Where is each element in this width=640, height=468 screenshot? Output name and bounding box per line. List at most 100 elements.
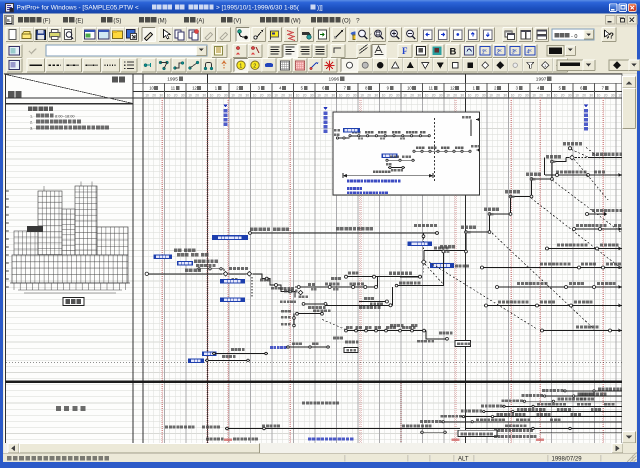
svg-text:30: 30 [181,93,185,97]
svg-text:11: 11 [171,86,176,91]
svg-text:(O): (O) [342,18,351,24]
svg-text:30: 30 [439,93,443,97]
svg-text:20: 20 [432,93,436,97]
svg-text:10: 10 [511,93,515,97]
svg-text:10: 10 [618,93,622,97]
svg-text:20: 20 [410,93,414,97]
svg-text:30: 30 [482,93,486,97]
svg-text:20: 20 [518,93,522,97]
svg-text:F: F [402,46,408,56]
svg-text:8:00~18:00: 8:00~18:00 [55,114,75,119]
svg-text:2: 2 [253,64,256,70]
svg-text:10: 10 [597,93,601,97]
svg-text:10: 10 [188,93,192,97]
svg-text:(V): (V) [233,18,241,24]
svg-text:10: 10 [253,93,257,97]
svg-text:(A): (A) [196,18,204,24]
svg-text:?: ? [356,17,360,24]
svg-text:10: 10 [360,93,364,97]
svg-text:(S): (S) [113,18,121,24]
svg-text:10: 10 [407,86,412,91]
svg-text:> [1995/10/1-1999/6/30 1-85(: > [1995/10/1-1999/6/30 1-85( [216,5,300,12]
svg-text:10: 10 [167,93,171,97]
svg-text:20: 20 [324,93,328,97]
svg-text:20: 20 [582,93,586,97]
svg-text:20: 20 [260,93,264,97]
svg-text:30: 30 [374,93,378,97]
svg-text:20: 20 [217,93,221,97]
svg-text:30: 30 [417,93,421,97]
svg-text:20: 20 [303,93,307,97]
svg-text:20: 20 [561,93,565,97]
svg-text:10: 10 [145,93,149,97]
svg-text:4: 4 [527,50,530,56]
svg-text:30: 30 [288,93,292,97]
svg-text:10: 10 [231,93,235,97]
svg-text:30: 30 [460,93,464,97]
svg-text:10: 10 [149,86,154,91]
svg-text:11: 11 [429,86,434,91]
svg-text:30: 30 [396,93,400,97]
svg-text:1997: 1997 [536,77,547,83]
svg-text:10: 10 [468,93,472,97]
svg-text:10: 10 [489,93,493,97]
svg-text:1996: 1996 [329,77,340,83]
svg-text:3.: 3. [30,127,33,131]
svg-text:1: 1 [239,64,242,70]
svg-text:)]]: )]] [317,5,323,12]
svg-text:10: 10 [296,93,300,97]
svg-text:1995: 1995 [167,77,178,83]
svg-text:10: 10 [403,93,407,97]
svg-text:30: 30 [202,93,206,97]
svg-text:30: 30 [589,93,593,97]
svg-text:20: 20 [604,93,608,97]
svg-text:30: 30 [611,93,615,97]
svg-text:30: 30 [310,93,314,97]
svg-text:12: 12 [192,86,197,91]
svg-text:20: 20 [367,93,371,97]
svg-text:2: 2 [497,50,500,56]
svg-text:10: 10 [339,93,343,97]
svg-text:1: 1 [482,50,485,56]
svg-text:30: 30 [331,93,335,97]
svg-text:10: 10 [382,93,386,97]
svg-text:1.: 1. [30,115,33,119]
svg-text:20: 20 [281,93,285,97]
svg-text:20: 20 [389,93,393,97]
svg-text:30: 30 [353,93,357,97]
svg-text:ALT: ALT [458,457,469,463]
svg-text:20: 20 [152,93,156,97]
svg-text:10: 10 [554,93,558,97]
svg-text:(W): (W) [291,18,301,24]
svg-text:10: 10 [532,93,536,97]
svg-text:30: 30 [224,93,228,97]
svg-text:2.: 2. [30,121,33,125]
svg-text:3: 3 [512,50,515,56]
svg-text:20: 20 [238,93,242,97]
svg-text:- 0: - 0 [571,34,577,40]
svg-text:20: 20 [195,93,199,97]
svg-text:10: 10 [446,93,450,97]
svg-text:20: 20 [453,93,457,97]
svg-text:30: 30 [546,93,550,97]
svg-text:10: 10 [317,93,321,97]
svg-text:30: 30 [503,93,507,97]
svg-text:20: 20 [475,93,479,97]
svg-text:20: 20 [346,93,350,97]
svg-text:B: B [450,47,457,58]
svg-text:20: 20 [496,93,500,97]
svg-text:10: 10 [274,93,278,97]
svg-text:20: 20 [174,93,178,97]
svg-text:10: 10 [210,93,214,97]
svg-text:30: 30 [525,93,529,97]
svg-text:10: 10 [575,93,579,97]
svg-text:1998/07/29: 1998/07/29 [552,457,583,463]
svg-text:10: 10 [425,93,429,97]
svg-text:30: 30 [267,93,271,97]
svg-text:20: 20 [539,93,543,97]
svg-text:30: 30 [159,93,163,97]
svg-text:(F): (F) [43,18,51,24]
svg-text:(M): (M) [158,18,167,24]
svg-text:30: 30 [245,93,249,97]
svg-text:PatPro+ for Windows - [SAMPLE0: PatPro+ for Windows - [SAMPLE05.PTW < [17,5,139,12]
